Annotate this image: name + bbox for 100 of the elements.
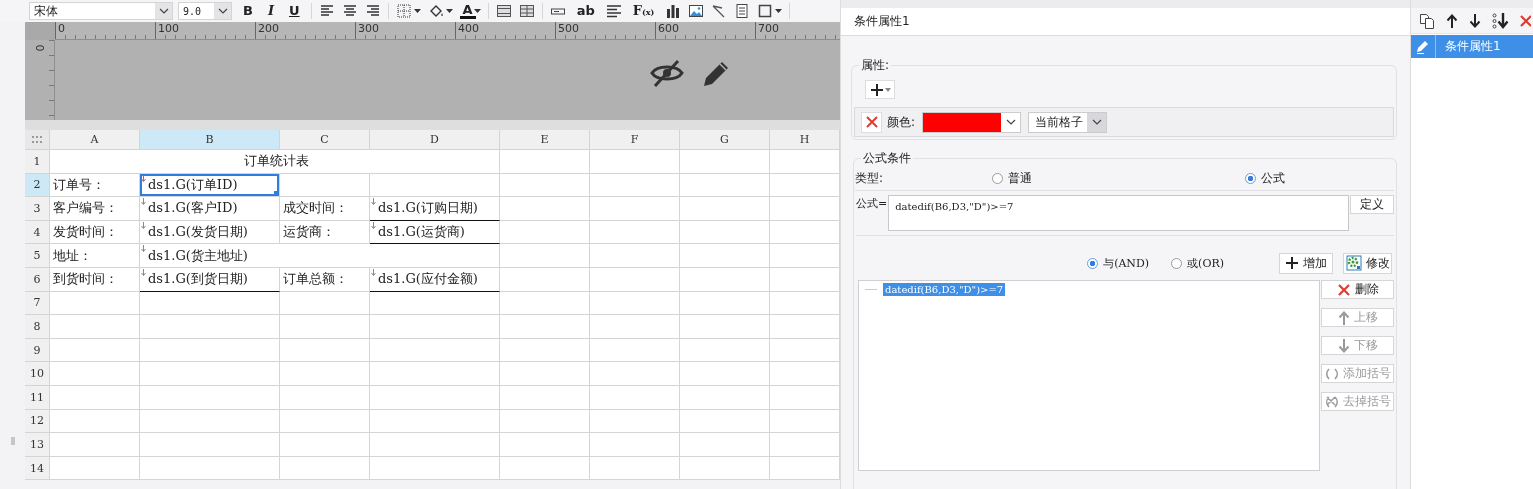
table-cell[interactable] — [370, 409, 500, 434]
column-header[interactable]: C — [280, 130, 370, 150]
table-cell[interactable] — [50, 338, 140, 363]
table-cell[interactable] — [680, 433, 770, 457]
row-header[interactable]: 5 — [25, 244, 50, 268]
add-button[interactable]: 增加 — [1279, 252, 1333, 274]
table-cell[interactable] — [680, 150, 770, 174]
table-cell[interactable]: ds1.G(到货日期) — [140, 267, 280, 292]
table-cell[interactable] — [140, 362, 280, 386]
column-header[interactable]: D — [370, 130, 500, 150]
table-cell[interactable] — [50, 362, 140, 386]
table-cell[interactable] — [680, 456, 770, 481]
table-cell[interactable] — [280, 291, 370, 316]
arrow-down-icon[interactable] — [1469, 13, 1481, 28]
table-cell[interactable] — [280, 173, 370, 198]
scope-select[interactable]: 当前格子 — [1028, 111, 1108, 133]
caret-icon[interactable] — [473, 9, 481, 13]
row-header[interactable]: 1 — [25, 150, 50, 174]
row-header[interactable]: 14 — [25, 456, 50, 481]
align-center-icon[interactable] — [341, 3, 358, 19]
color-picker[interactable] — [922, 111, 1022, 133]
table-cell[interactable] — [590, 244, 680, 268]
row-header[interactable]: 9 — [25, 338, 50, 363]
table-cell[interactable] — [140, 338, 280, 363]
chevron-down-icon[interactable] — [217, 8, 228, 14]
table-cell[interactable] — [590, 456, 680, 481]
column-header[interactable]: A — [50, 130, 140, 150]
table-cell[interactable] — [590, 150, 680, 174]
image-icon[interactable] — [688, 3, 705, 19]
table-cell[interactable] — [500, 244, 590, 268]
table-cell[interactable] — [50, 409, 140, 434]
column-header[interactable]: F — [590, 130, 680, 150]
action-button[interactable]: 删除 — [1321, 280, 1394, 299]
table-cell[interactable] — [590, 173, 680, 198]
table-cell[interactable]: 订单统计表 — [50, 150, 500, 174]
table-cell[interactable] — [590, 385, 680, 410]
formula-field[interactable]: datedif(B6,D3,"D")>=7 — [888, 195, 1349, 231]
table-cell[interactable]: 发货时间： — [50, 220, 140, 245]
move-to-bottom-icon[interactable] — [1492, 12, 1510, 29]
table-cell[interactable] — [140, 291, 280, 316]
table-cell[interactable] — [500, 267, 590, 292]
table-cell[interactable] — [680, 291, 770, 316]
delete-button[interactable] — [861, 111, 882, 133]
caret-icon[interactable] — [775, 9, 783, 13]
bar-chart-icon[interactable] — [665, 3, 682, 19]
text-lines-icon[interactable] — [605, 3, 622, 19]
table-cell[interactable] — [50, 315, 140, 339]
underline-button[interactable]: U — [285, 3, 304, 19]
table-cell[interactable] — [280, 433, 370, 457]
row-header[interactable]: 2 — [25, 173, 50, 198]
table-cell[interactable] — [680, 315, 770, 339]
table-cell[interactable] — [280, 338, 370, 363]
table-cell[interactable]: ds1.G(货主地址) — [140, 244, 500, 268]
table-cell[interactable] — [140, 315, 280, 339]
radio-button[interactable]: 或(OR) — [1171, 255, 1224, 271]
table-cell[interactable] — [500, 409, 590, 434]
table-cell[interactable] — [50, 291, 140, 316]
grip-handle-icon[interactable] — [10, 437, 15, 445]
table-cell[interactable] — [680, 220, 770, 245]
bold-button[interactable]: B — [239, 3, 257, 19]
table-cell[interactable] — [140, 385, 280, 410]
table-cell[interactable] — [370, 173, 500, 198]
table-cell[interactable] — [500, 338, 590, 363]
eye-slash-icon[interactable] — [649, 58, 685, 88]
table-cell[interactable] — [140, 409, 280, 434]
font-select[interactable]: 宋体 — [29, 2, 173, 20]
table-cell[interactable]: ds1.G(运货商) — [370, 220, 500, 245]
document-icon[interactable] — [734, 3, 751, 19]
table-cell[interactable] — [370, 315, 500, 339]
table-cell[interactable]: 订单总额： — [280, 267, 370, 292]
table-cell[interactable]: 地址： — [50, 244, 140, 268]
arrow-up-icon[interactable] — [1446, 13, 1458, 28]
table-cell[interactable]: 到货时间： — [50, 267, 140, 292]
table-cell[interactable] — [680, 267, 770, 292]
split-cells-icon[interactable] — [518, 3, 535, 19]
table-cell[interactable]: 运货商： — [280, 220, 370, 245]
text-button[interactable]: ab — [572, 3, 599, 19]
table-cell[interactable]: ds1.G(订购日期) — [370, 197, 500, 221]
radio-button[interactable]: 与(AND) — [1087, 255, 1150, 271]
chevron-down-icon[interactable] — [1091, 119, 1102, 125]
row-header[interactable]: 7 — [25, 291, 50, 316]
table-cell[interactable] — [680, 362, 770, 386]
splitter-bar[interactable] — [25, 120, 840, 130]
table-cell[interactable] — [500, 433, 590, 457]
table-cell[interactable] — [50, 385, 140, 410]
row-header[interactable]: 12 — [25, 409, 50, 434]
table-cell[interactable] — [680, 409, 770, 434]
chevron-down-icon[interactable] — [158, 8, 169, 14]
table-cell[interactable] — [280, 385, 370, 410]
table-cell[interactable] — [680, 385, 770, 410]
table-cell[interactable] — [280, 315, 370, 339]
table-cell[interactable] — [500, 456, 590, 481]
column-header[interactable]: H — [770, 130, 840, 150]
table-cell[interactable] — [500, 150, 590, 174]
italic-button[interactable]: I — [263, 3, 278, 19]
row-header[interactable]: 8 — [25, 315, 50, 339]
table-cell[interactable] — [590, 197, 680, 221]
define-button[interactable]: 定义 — [1350, 195, 1394, 214]
column-header[interactable]: E — [500, 130, 590, 150]
table-cell[interactable] — [590, 267, 680, 292]
